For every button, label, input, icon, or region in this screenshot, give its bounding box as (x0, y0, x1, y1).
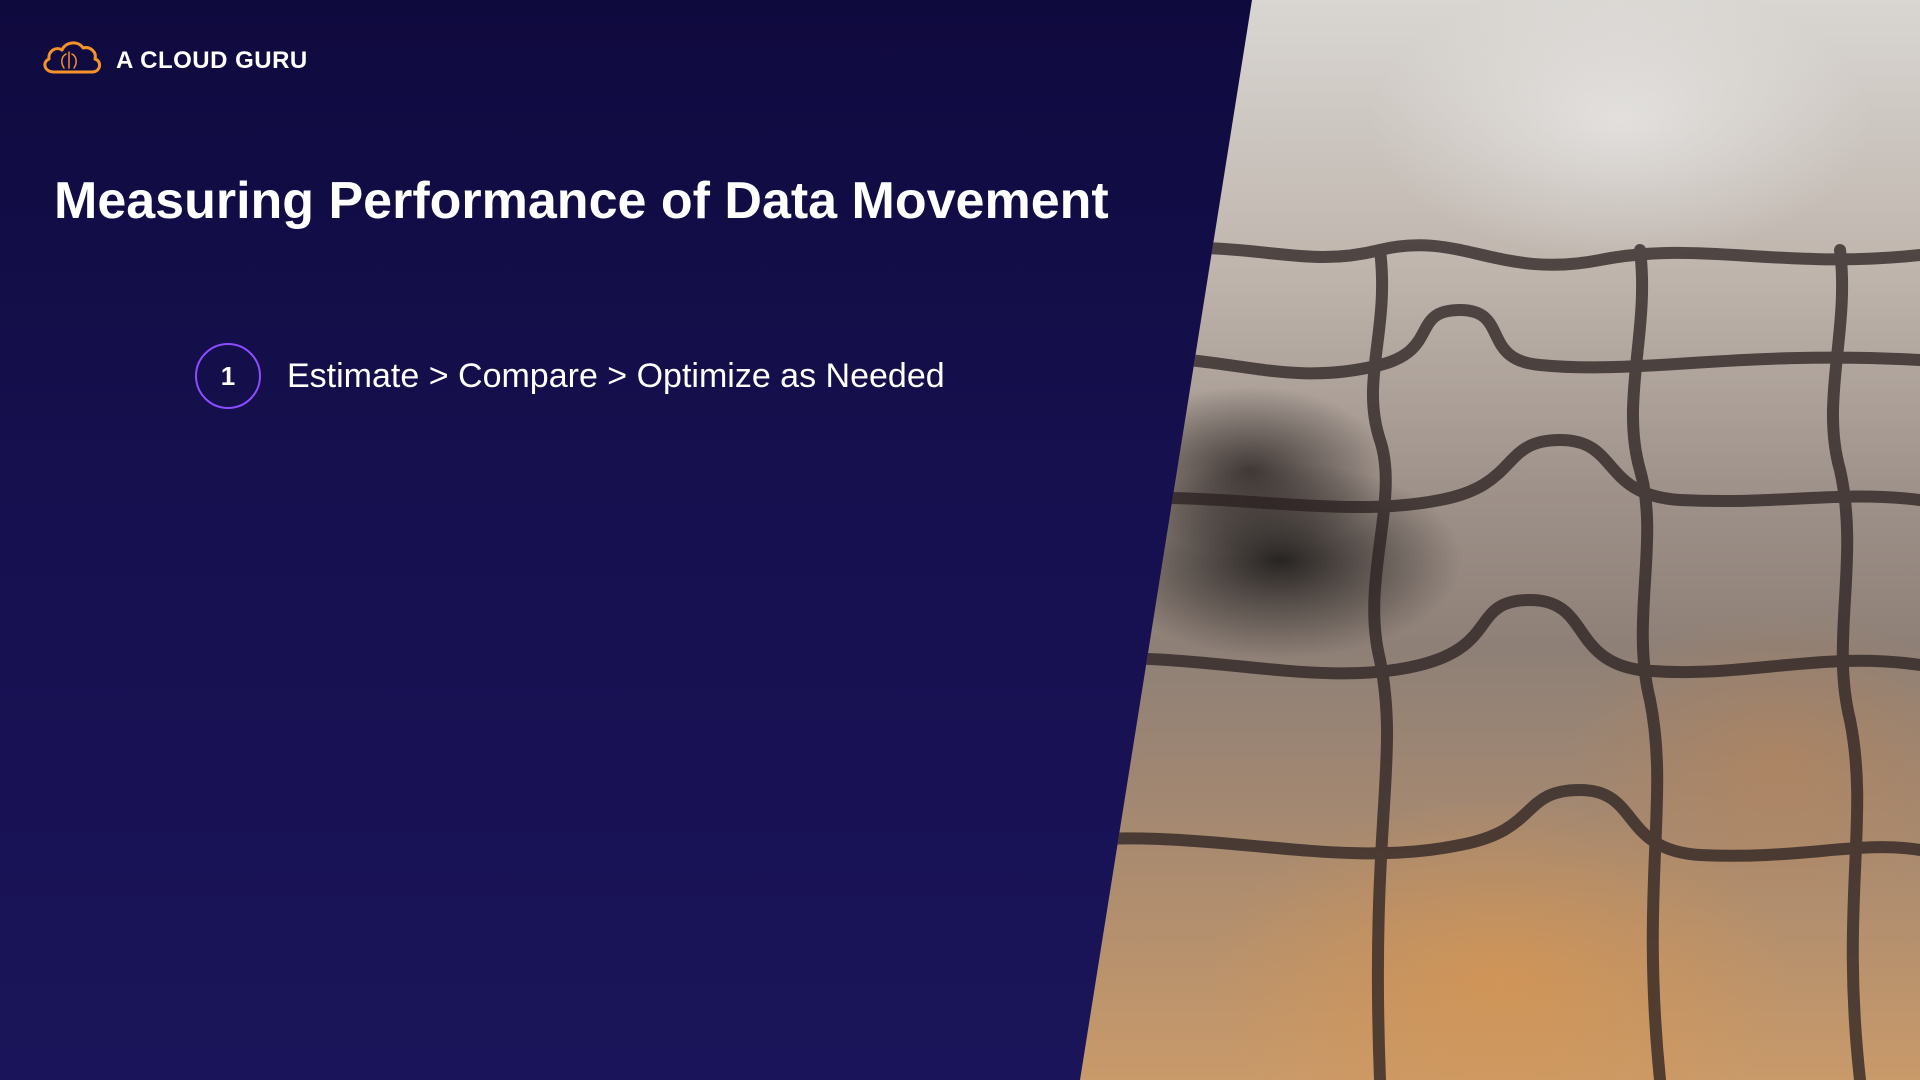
jigsaw-puzzle-photo (1080, 0, 1920, 1080)
slide: A CLOUD GURU Measuring Performance of Da… (0, 0, 1920, 1080)
slide-title: Measuring Performance of Data Movement (54, 172, 1109, 230)
bullet-item: 1 Estimate > Compare > Optimize as Neede… (195, 343, 945, 409)
puzzle-outline-art (1080, 239, 1920, 1080)
brand-name: A CLOUD GURU (116, 46, 308, 74)
bullet-text: Estimate > Compare > Optimize as Needed (287, 357, 945, 395)
brand-logo: A CLOUD GURU (40, 38, 308, 83)
bullet-number-badge: 1 (195, 343, 261, 409)
cloud-icon (40, 38, 104, 83)
